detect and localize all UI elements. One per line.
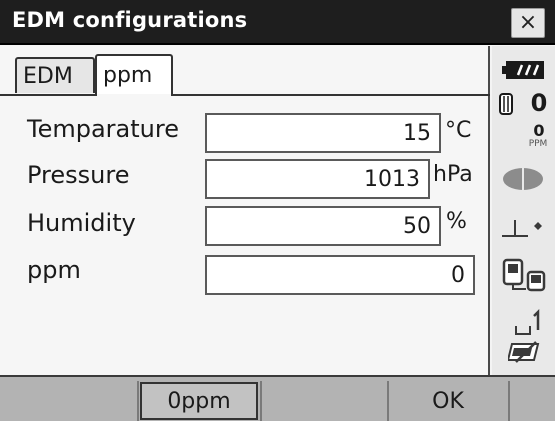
status-panel: 0 0 PPM — [492, 46, 555, 375]
softkey-5-empty[interactable] — [511, 382, 553, 420]
ok-label: OK — [432, 388, 464, 414]
temperature-field[interactable] — [205, 113, 441, 153]
tab-edm[interactable]: EDM — [15, 57, 95, 93]
humidity-label: Humidity — [27, 209, 136, 237]
edm-configurations-screen: EDM configurations × EDM ppm Temparature… — [0, 0, 555, 421]
softkey-3-empty[interactable] — [263, 382, 385, 420]
title-bar: EDM configurations × — [0, 0, 555, 45]
memory-card-icon[interactable] — [508, 340, 542, 364]
tab-ppm-label: ppm — [103, 63, 153, 88]
humidity-field[interactable] — [205, 206, 441, 246]
tab-edm-label: EDM — [23, 63, 73, 89]
pressure-unit: hPa — [433, 162, 473, 187]
bluetooth-communication-icon[interactable] — [500, 258, 550, 292]
laser-beam-icon[interactable] — [500, 166, 546, 192]
main-panel: EDM ppm Temparature °C Pressure hPa Humi… — [0, 46, 490, 375]
tilt-icon[interactable] — [500, 214, 548, 240]
ppm-status-unit: PPM — [528, 139, 548, 149]
prism-icon[interactable] — [496, 92, 516, 116]
input-mode-icon[interactable] — [514, 308, 546, 336]
pressure-field[interactable] — [205, 159, 430, 199]
close-icon: × — [518, 10, 538, 35]
humidity-unit: % — [446, 209, 467, 234]
battery-icon[interactable] — [502, 60, 546, 80]
close-button[interactable]: × — [511, 8, 545, 38]
zero-ppm-label: 0ppm — [167, 388, 231, 414]
window-title: EDM configurations — [12, 8, 248, 32]
softkey-bar: 0ppm OK — [0, 375, 555, 421]
temperature-unit: °C — [445, 118, 472, 143]
temperature-label: Temparature — [27, 115, 179, 143]
tab-strip-border — [0, 94, 490, 96]
tab-ppm[interactable]: ppm — [95, 54, 173, 95]
ok-button[interactable]: OK — [390, 382, 506, 420]
prism-constant-value: 0 — [530, 89, 548, 117]
pressure-label: Pressure — [27, 161, 130, 189]
zero-ppm-button[interactable]: 0ppm — [140, 382, 258, 420]
softkey-1-empty[interactable] — [2, 382, 136, 420]
ppm-label: ppm — [27, 256, 81, 284]
ppm-field[interactable] — [205, 255, 475, 295]
ppm-status-value: 0 — [533, 120, 545, 140]
